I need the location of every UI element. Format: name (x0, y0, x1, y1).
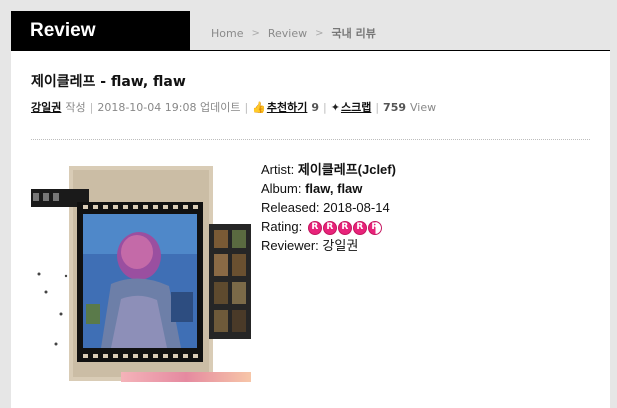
article-meta: 강일권 작성 | 2018-10-04 19:08 업데이트 | 👍 추천하기 … (31, 99, 436, 115)
rating-star-icon: R (322, 220, 337, 235)
album-row: Album: flaw, flaw (261, 179, 396, 198)
author-suffix: 작성 (65, 101, 86, 114)
rating-star-icon: R (307, 220, 322, 235)
review-content: 제이클레프 - flaw, flaw 강일권 작성 | 2018-10-04 1… (11, 51, 610, 408)
released-label: Released: (261, 200, 320, 215)
rating-row: Rating: RRRRR (261, 217, 396, 236)
released-value: 2018-08-14 (323, 200, 390, 215)
rating-star-icon: R (337, 220, 352, 235)
rating-stars: RRRRR (307, 220, 382, 235)
page-title: 제이클레프 - flaw, flaw (31, 74, 186, 90)
album-cover-image (31, 164, 251, 381)
rating-star-icon: R (352, 220, 367, 235)
view-label: View (410, 100, 437, 114)
breadcrumb-separator: > (315, 27, 324, 39)
recommend-count: 9 (311, 100, 320, 114)
breadcrumb: Home > Review > 국내 리뷰 (211, 25, 376, 41)
section-title: Review (11, 11, 190, 50)
released-row: Released: 2018-08-14 (261, 198, 396, 217)
album-info: Artist: 제이클레프(Jclef) Album: flaw, flaw R… (261, 160, 396, 255)
rating-label: Rating: (261, 219, 303, 234)
artist-row: Artist: 제이클레프(Jclef) (261, 160, 396, 179)
album-label: Album: (261, 181, 302, 196)
reviewer-row: Reviewer: 강일권 (261, 236, 396, 255)
divider (31, 139, 590, 140)
breadcrumb-review[interactable]: Review (268, 27, 307, 40)
breadcrumb-home[interactable]: Home (211, 27, 243, 40)
meta-divider: | (244, 100, 249, 114)
reviewer-label: Reviewer: (261, 238, 319, 253)
thumbs-up-icon: 👍 (252, 100, 266, 114)
scrap-button[interactable]: 스크랩 (341, 99, 371, 115)
updated-time: 2018-10-04 19:08 업데이트 (97, 101, 241, 114)
reviewer-value: 강일권 (322, 238, 359, 253)
album-value: flaw, flaw (305, 181, 363, 196)
meta-divider: | (89, 100, 94, 114)
meta-divider: | (375, 100, 380, 114)
view-count: 759 (383, 100, 407, 114)
author-link[interactable]: 강일권 (31, 99, 61, 115)
breadcrumb-separator: > (251, 27, 260, 39)
album-cover-strip (121, 372, 251, 382)
rating-star-icon: R (367, 220, 382, 235)
artist-label: Artist: (261, 162, 295, 177)
scrap-icon: ✦ (330, 100, 340, 114)
breadcrumb-current: 국내 리뷰 (331, 27, 376, 40)
meta-divider: | (323, 100, 327, 114)
artist-value: 제이클레프(Jclef) (297, 162, 396, 177)
recommend-button[interactable]: 추천하기 (267, 99, 307, 115)
